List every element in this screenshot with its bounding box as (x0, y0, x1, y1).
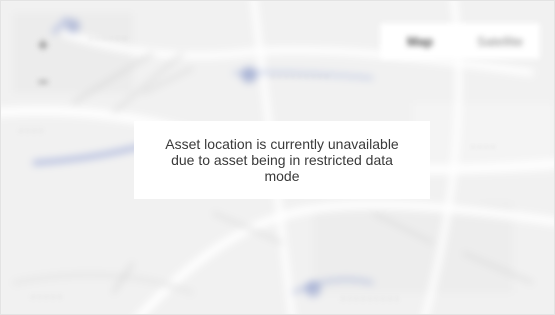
zoom-in-button[interactable]: + (23, 27, 63, 64)
map-place-label: · · · · · · · · · (341, 293, 399, 305)
map-place-label: · · · · (471, 141, 495, 153)
restricted-data-message-text: Asset location is currently unavailable … (165, 136, 399, 184)
map-place-label: · · · · (19, 125, 43, 137)
restricted-data-message: Asset location is currently unavailable … (134, 121, 430, 199)
map-place-label: · · · · · (31, 291, 62, 303)
map-widget: · · · · · · · · · · · · · · · · · · · · … (0, 0, 555, 315)
map-type-satellite-button[interactable]: Satellite (460, 23, 540, 59)
map-place-label: · · · · · · (89, 33, 127, 45)
map-type-control: Map Satellite (380, 23, 540, 59)
zoom-out-button[interactable]: − (23, 64, 63, 101)
map-place-label: · · · · · · · · · (271, 71, 329, 83)
zoom-controls: + − (23, 27, 63, 101)
map-type-map-button[interactable]: Map (380, 23, 460, 59)
